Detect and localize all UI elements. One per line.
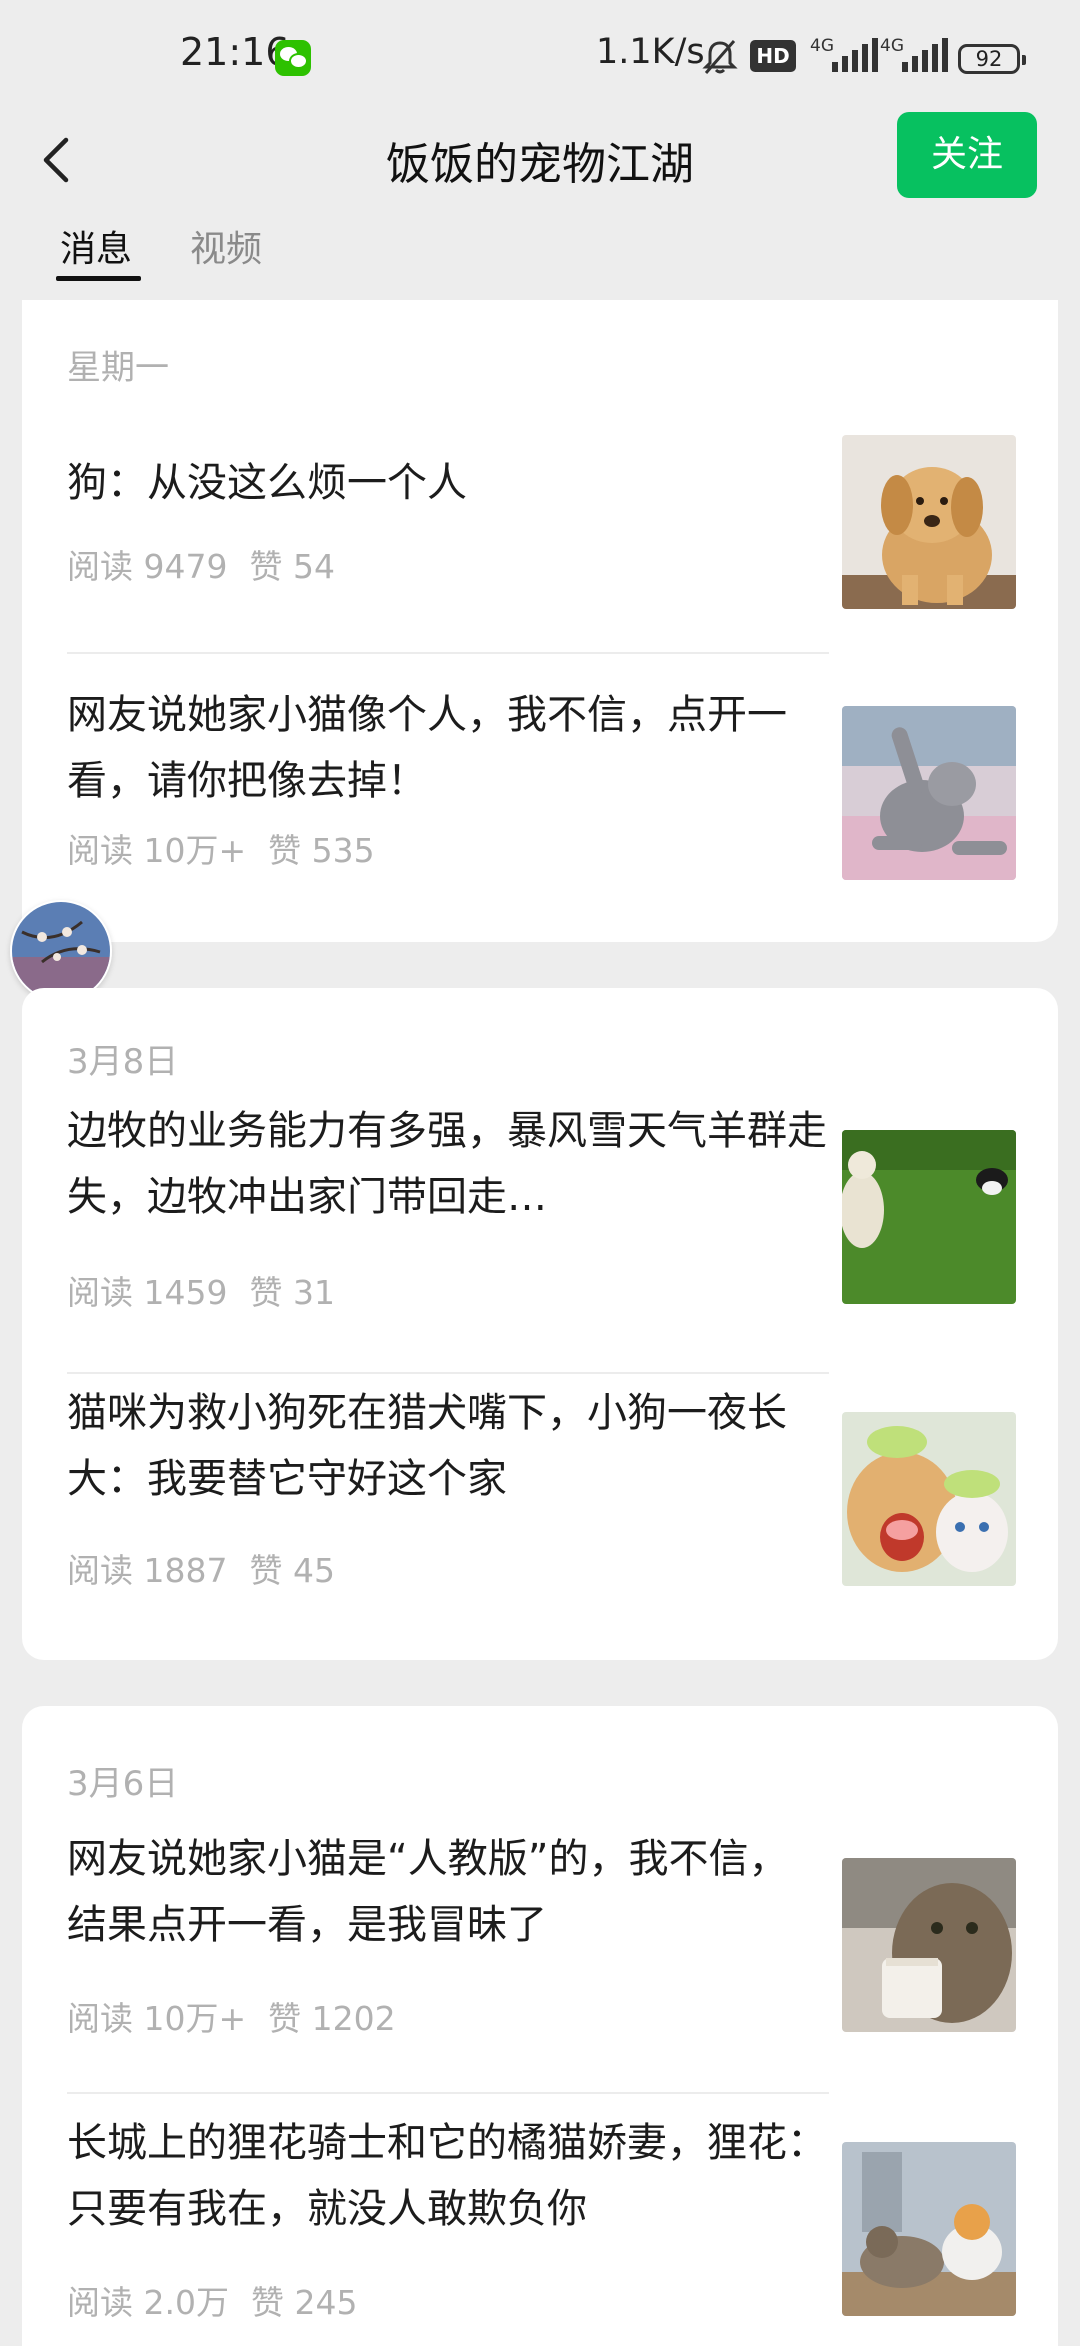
status-bar: 21:16 1.1K/s HD 4G 4G 92 <box>0 0 1080 110</box>
article-title: 边牧的业务能力有多强，暴风雪天气羊群走失，边牧冲出家门带回走… <box>67 1108 827 1220</box>
like-count: 赞 245 <box>250 2283 358 2322</box>
hd-badge: HD <box>750 40 796 72</box>
article-stats: 阅读 2.0万赞 245 <box>67 2276 379 2324</box>
divider <box>67 652 829 654</box>
article-item[interactable]: 网友说她家小猫是“人教版”的，我不信，结果点开一看，是我冒昧了 阅读 10万+ 赞… <box>22 1826 1058 2076</box>
bell-muted-icon <box>702 40 738 74</box>
article-stats: 阅读 1887 赞 45 <box>67 1544 357 1592</box>
group-date: 3月6日 <box>67 1764 179 1804</box>
article-item[interactable]: 边牧的业务能力有多强，暴风雪天气羊群走失，边牧冲出家门带回走… 阅读 1459 赞… <box>22 1098 1058 1348</box>
read-count: 阅读 1459 <box>67 1273 228 1312</box>
message-group-card: 3月6日 网友说她家小猫是“人教版”的，我不信，结果点开一看，是我冒昧了 阅读 … <box>22 1706 1058 2346</box>
network-speed: 1.1K/s <box>596 32 705 72</box>
wechat-notification-icon <box>275 40 311 76</box>
article-title: 猫咪为救小狗死在猎犬嘴下，小狗一夜长大：我要替它守好这个家 <box>67 1390 787 1502</box>
like-count: 赞 1202 <box>268 1999 396 2038</box>
like-count: 赞 54 <box>249 547 335 586</box>
tab-videos[interactable]: 视频 <box>190 220 262 272</box>
article-item[interactable]: 网友说她家小猫像个人，我不信，点开一看，请你把像去掉！ 阅读 10万+ 赞 535 <box>22 672 1058 932</box>
dog-and-kitten-thumbnail <box>842 1412 1016 1586</box>
read-count: 阅读 9479 <box>67 547 228 586</box>
nav-bar: 饭饭的宠物江湖 关注 <box>0 110 1080 210</box>
article-title: 网友说她家小猫像个人，我不信，点开一看，请你把像去掉！ <box>67 692 787 804</box>
article-stats: 阅读 10万+ 赞 535 <box>67 824 397 872</box>
article-title: 狗：从没这么烦一个人 <box>67 460 467 506</box>
profile-avatar[interactable] <box>10 900 112 1002</box>
group-date: 星期一 <box>67 348 169 388</box>
signal-icon: 4G <box>880 36 952 76</box>
message-group-card: 3月8日 边牧的业务能力有多强，暴风雪天气羊群走失，边牧冲出家门带回走… 阅读 … <box>22 988 1058 1660</box>
divider <box>67 1372 829 1374</box>
article-stats: 阅读 9479 赞 54 <box>67 540 357 588</box>
signal-icon: 4G <box>810 36 882 76</box>
tab-messages[interactable]: 消息 <box>60 220 132 272</box>
divider <box>67 2092 829 2094</box>
battery-icon: 92 <box>958 44 1026 74</box>
article-stats: 阅读 1459 赞 31 <box>67 1266 357 1314</box>
article-item[interactable]: 长城上的狸花骑士和它的橘猫娇妻，狸花：只要有我在，就没人敢欺负你 阅读 2.0万… <box>22 2110 1058 2346</box>
follow-button[interactable]: 关注 <box>897 112 1037 198</box>
status-time: 21:16 <box>180 30 290 74</box>
border-collie-thumbnail <box>842 1130 1016 1304</box>
message-group-card: 星期一 狗：从没这么烦一个人 阅读 9479 赞 54 网友说她家小猫像个人，我不… <box>22 300 1058 942</box>
like-count: 赞 31 <box>249 1273 335 1312</box>
article-title: 网友说她家小猫是“人教版”的，我不信，结果点开一看，是我冒昧了 <box>67 1836 789 1948</box>
cats-on-wall-thumbnail <box>842 2142 1016 2316</box>
tabby-cat-thumbnail <box>842 1858 1016 2032</box>
like-count: 赞 45 <box>249 1551 335 1590</box>
read-count: 阅读 2.0万 <box>67 2283 229 2322</box>
tab-active-indicator <box>56 276 141 281</box>
read-count: 阅读 1887 <box>67 1551 228 1590</box>
read-count: 阅读 10万+ <box>67 1999 247 2038</box>
like-count: 赞 535 <box>268 831 375 870</box>
article-item[interactable]: 猫咪为救小狗死在猎犬嘴下，小狗一夜长大：我要替它守好这个家 阅读 1887 赞 4… <box>22 1380 1058 1640</box>
read-count: 阅读 10万+ <box>67 831 247 870</box>
tab-bar: 消息 视频 <box>0 210 1080 290</box>
article-item[interactable]: 狗：从没这么烦一个人 阅读 9479 赞 54 <box>22 430 1058 610</box>
article-title: 长城上的狸花骑士和它的橘猫娇妻，狸花：只要有我在，就没人敢欺负你 <box>67 2120 827 2232</box>
grey-cat-thumbnail <box>842 706 1016 880</box>
group-date: 3月8日 <box>67 1042 179 1082</box>
article-stats: 阅读 10万+ 赞 1202 <box>67 1992 418 2040</box>
golden-retriever-thumbnail <box>842 435 1016 609</box>
